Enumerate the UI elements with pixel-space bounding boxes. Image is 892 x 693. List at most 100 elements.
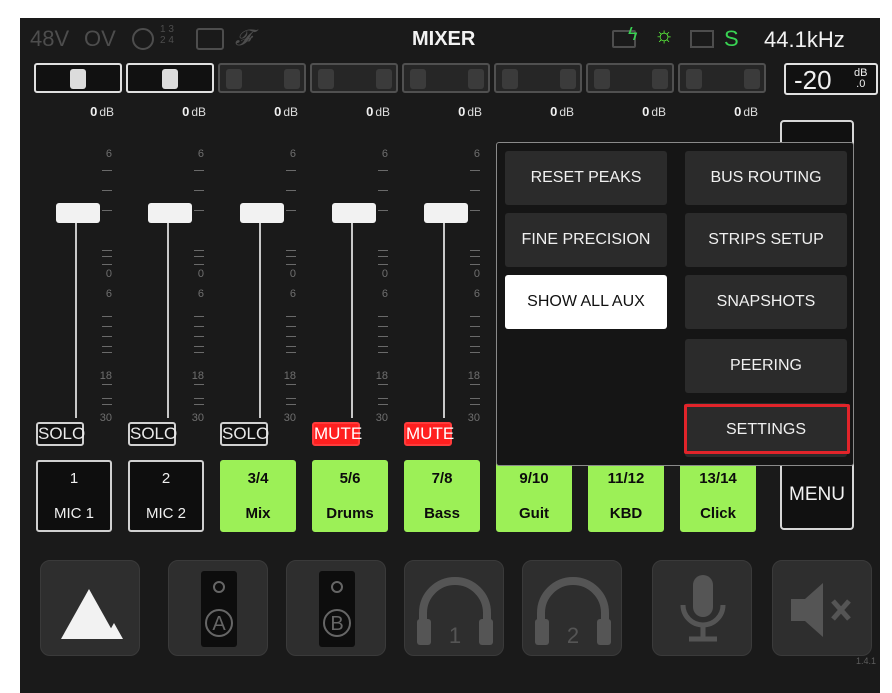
fader-handle[interactable] [424, 203, 468, 223]
speaker-mute-icon [791, 583, 851, 637]
talkback-button[interactable] [652, 560, 752, 656]
bottom-bar: A B 1 2 1.4.1 [20, 558, 880, 668]
gain-slider[interactable] [494, 63, 582, 93]
fader-scale-tick [194, 264, 204, 265]
fader-scale-tick [286, 250, 296, 251]
fader-scale-tick [286, 346, 296, 347]
headphone-1-button[interactable]: 1 [404, 560, 504, 656]
fine-precision-button[interactable]: FINE PRECISION [505, 213, 667, 267]
fader-scale-tick [286, 316, 296, 317]
light-bulb-icon[interactable]: ☼ [654, 22, 674, 48]
mute-all-button[interactable] [772, 560, 872, 656]
channel-number: 7/8 [431, 470, 453, 487]
fader-scale-tick [102, 256, 112, 257]
fader-scale-tick [286, 190, 296, 191]
channel-strip: 0 dB 6 0 6 18 30 SOLO 1 MIC 1 [34, 104, 122, 544]
fader-scale-tick [194, 210, 204, 211]
channel-name-button[interactable]: 11/12 KBD [588, 460, 664, 532]
channel-name-button[interactable]: 3/4 Mix [220, 460, 296, 532]
channel-db-readout: 0 dB [366, 104, 390, 119]
fader-scale-tick [102, 170, 112, 171]
logo-icon [61, 589, 123, 639]
gain-slider[interactable] [34, 63, 122, 93]
channel-name-button[interactable]: 9/10 Guit [496, 460, 572, 532]
speaker-b-icon: B [319, 571, 355, 647]
message-icon[interactable] [690, 30, 714, 48]
channel-db-readout: 0 dB [182, 104, 206, 119]
channel-strip: 0 dB 6 0 6 18 30 SOLO 2 MIC 2 [126, 104, 214, 544]
fader-handle[interactable] [240, 203, 284, 223]
page-title: MIXER [412, 28, 476, 50]
fader-scale-label: 18 [467, 370, 480, 382]
fader-scale-label: 30 [467, 412, 480, 424]
speaker-a-button[interactable]: A [168, 560, 268, 656]
strips-setup-button[interactable]: STRIPS SETUP [685, 213, 847, 267]
fader-scale-label: 0 [289, 268, 296, 280]
fader-scale-tick [378, 210, 388, 211]
fader-scale-label: 6 [473, 288, 480, 300]
channel-db-readout: 0 dB [274, 104, 298, 119]
snapshots-button[interactable]: SNAPSHOTS [685, 275, 847, 329]
master-gain-display[interactable]: -20 dB .0 [784, 63, 878, 95]
channel-name-button[interactable]: 1 MIC 1 [36, 460, 112, 532]
fader-scale-label: 18 [375, 370, 388, 382]
home-button[interactable] [40, 560, 140, 656]
channel-number: 3/4 [247, 470, 269, 487]
fader-scale-label: 6 [197, 148, 204, 160]
channel-strip: 0 dB 6 0 6 18 30 MUTE 5/6 Drums [310, 104, 398, 544]
fader-scale-tick [286, 384, 296, 385]
solo-button[interactable]: SOLO [128, 422, 177, 446]
fader-scale-tick [194, 404, 204, 405]
channel-label: KBD [609, 505, 643, 522]
fader-scale-tick [286, 170, 296, 171]
sample-rate[interactable]: 44.1kHz [764, 27, 845, 53]
fader-handle[interactable] [332, 203, 376, 223]
fader-scale-tick [470, 210, 480, 211]
fader-handle[interactable] [148, 203, 192, 223]
solo-button[interactable]: SOLO [220, 422, 269, 446]
channel-name-button[interactable]: 13/14 Click [680, 460, 756, 532]
gain-slider[interactable] [402, 63, 490, 93]
channel-name-button[interactable]: 2 MIC 2 [128, 460, 204, 532]
fader-scale-label: 30 [99, 412, 112, 424]
gain-slider[interactable] [310, 63, 398, 93]
channel-name-button[interactable]: 7/8 Bass [404, 460, 480, 532]
gain-slider[interactable] [126, 63, 214, 93]
channel-number: 2 [161, 470, 171, 487]
headphone-2-label: 2 [567, 623, 579, 648]
fader-scale-tick [194, 250, 204, 251]
speaker-b-button[interactable]: B [286, 560, 386, 656]
gain-slider[interactable] [678, 63, 766, 93]
solo-button[interactable]: SOLO [36, 422, 85, 446]
microphone-icon [680, 575, 726, 642]
show-all-aux-button[interactable]: SHOW ALL AUX [505, 275, 667, 329]
gain-slider[interactable] [586, 63, 674, 93]
mixer-screen: 48V OV 1 3 2 4 𝓕 MIXER ϟ ☼ S 44.1kHz -20… [20, 18, 880, 693]
bus-routing-button[interactable]: BUS ROUTING [685, 151, 847, 205]
overload-indicator: OV [84, 26, 116, 51]
gain-slider[interactable] [218, 63, 306, 93]
fader-scale-tick [194, 384, 204, 385]
fader-track [443, 218, 445, 418]
fader-handle[interactable] [56, 203, 100, 223]
speaker-a-label: A [212, 613, 226, 635]
fader-scale-tick [286, 398, 296, 399]
fader-scale-label: 6 [105, 288, 112, 300]
fader-scale-tick [286, 336, 296, 337]
headphone-1-label: 1 [449, 623, 461, 648]
channel-name-button[interactable]: 5/6 Drums [312, 460, 388, 532]
reset-peaks-button[interactable]: RESET PEAKS [505, 151, 667, 205]
fader-scale-tick [378, 326, 388, 327]
phantom-power-indicator[interactable]: 48V [30, 26, 69, 52]
fader-scale-tick [102, 384, 112, 385]
mute-button[interactable]: MUTE [312, 422, 362, 446]
fader-scale-tick [194, 352, 204, 353]
peering-button[interactable]: PEERING [685, 339, 847, 393]
fader-scale-tick [194, 326, 204, 327]
fader-scale-tick [286, 352, 296, 353]
fader-scale-label: 18 [99, 370, 112, 382]
fader-scale-tick [378, 256, 388, 257]
channel-label: Mix [245, 505, 271, 522]
headphone-2-button[interactable]: 2 [522, 560, 622, 656]
mute-button[interactable]: MUTE [404, 422, 454, 446]
